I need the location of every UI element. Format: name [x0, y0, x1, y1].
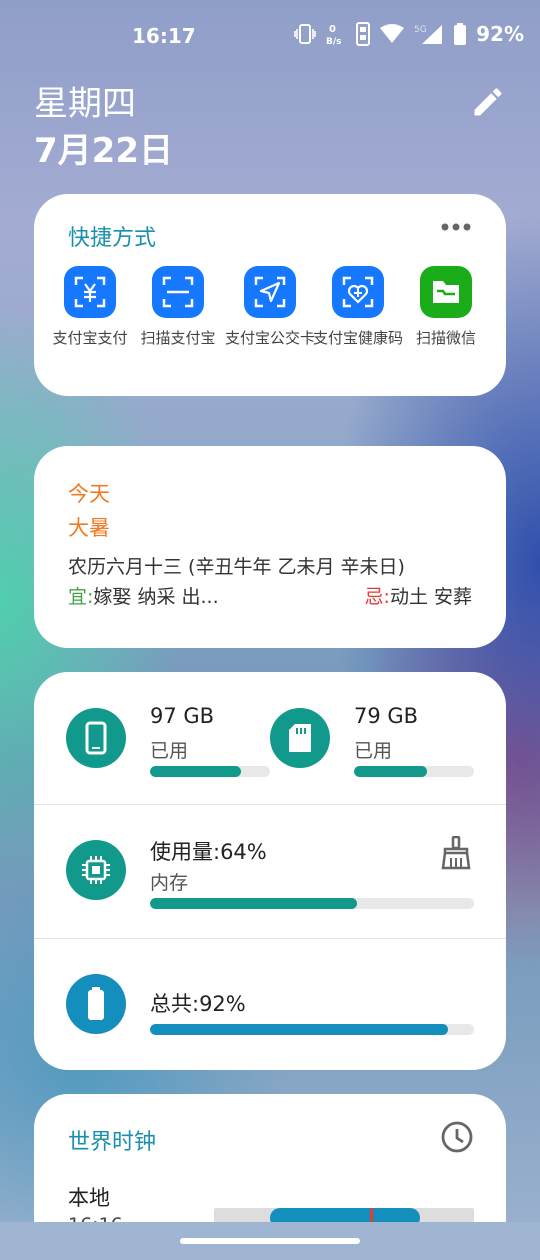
network-speed-icon: 0 B/s	[326, 24, 342, 46]
world-clock-title: 世界时钟	[68, 1130, 157, 1155]
status-icons: 0 B/s 5G 92%	[294, 22, 524, 46]
sd-storage-value: 79 GB	[354, 704, 419, 728]
calendar-card[interactable]: 今天 大暑 农历六月十三 (辛丑牛年 乙未月 辛未日) 宜:嫁娶 纳采 出...…	[34, 446, 506, 648]
edit-icon[interactable]	[470, 84, 506, 120]
today-label: 今天	[68, 482, 110, 506]
svg-text:0: 0	[329, 24, 336, 35]
memory-fill	[150, 898, 358, 909]
memory-chip-icon	[66, 840, 126, 900]
shortcuts-card: 快捷方式 支付宝支付 扫描支付宝 支付宝公交卡 支付宝健康码 扫描微信	[34, 194, 506, 396]
shortcut-label: 支付宝健康码	[312, 329, 403, 347]
sd-card-icon	[270, 708, 330, 768]
wechat-scan-icon	[420, 266, 472, 318]
avoid-row: 忌:动土 安葬	[365, 582, 472, 609]
suitable-row: 宜:嫁娶 纳采 出...	[68, 582, 219, 609]
vibrate-icon	[294, 24, 316, 44]
sd-storage-sub: 已用	[354, 740, 393, 762]
shortcut-alipay-scan[interactable]: 扫描支付宝	[128, 266, 228, 349]
battery-percent: 92%	[476, 22, 524, 46]
signal-icon: 5G	[414, 25, 443, 44]
clean-broom-icon[interactable]	[440, 836, 472, 870]
memory-usage-value: 使用量:64%	[150, 840, 267, 864]
divider	[34, 938, 506, 939]
phone-storage-sub: 已用	[150, 740, 189, 762]
shortcut-label: 扫描微信	[415, 329, 476, 347]
avoid-label: 忌:	[364, 586, 390, 608]
date-header: 星期四 7月22日	[34, 82, 173, 176]
month-day: 7月22日	[34, 131, 173, 171]
status-time: 16:17	[132, 24, 196, 48]
shortcut-wechat-scan[interactable]: 扫描微信	[396, 266, 496, 349]
device-status-card: 97 GB 已用 79 GB 已用 使用量:64% 内存 总共:92%	[34, 672, 506, 1070]
gesture-navigation-bar[interactable]	[180, 1238, 360, 1244]
phone-storage-icon	[66, 708, 126, 768]
suitable-text: 嫁娶 纳采 出...	[93, 586, 219, 608]
shortcut-alipay-health[interactable]: 支付宝健康码	[308, 266, 408, 349]
sd-storage-fill	[354, 766, 428, 777]
shortcut-label: 扫描支付宝	[140, 329, 216, 347]
shortcut-alipay-transit[interactable]: 支付宝公交卡	[220, 266, 320, 349]
avoid-text: 动土 安葬	[389, 586, 472, 608]
lunar-date: 农历六月十三 (辛丑牛年 乙未月 辛未日)	[68, 556, 405, 578]
shortcut-label: 支付宝公交卡	[224, 329, 315, 347]
local-label: 本地	[68, 1186, 110, 1210]
status-bar: 16:17 0 B/s 5G 92%	[0, 0, 540, 72]
shortcut-alipay-pay[interactable]: 支付宝支付	[40, 266, 140, 349]
memory-sub: 内存	[150, 872, 189, 894]
alipay-pay-icon	[64, 266, 116, 318]
phone-storage-value: 97 GB	[150, 704, 215, 728]
alipay-health-code-icon	[332, 266, 384, 318]
solar-term: 大暑	[68, 516, 110, 540]
battery-status-icon	[66, 974, 126, 1034]
svg-text:B/s: B/s	[326, 37, 342, 46]
suitable-label: 宜:	[68, 586, 94, 608]
phone-storage-bar	[150, 766, 270, 777]
svg-text:5G: 5G	[414, 25, 427, 35]
battery-icon	[454, 23, 467, 45]
sim-icon	[356, 22, 371, 46]
alipay-transit-icon	[244, 266, 296, 318]
phone-storage-fill	[150, 766, 242, 777]
shortcuts-title: 快捷方式	[68, 226, 157, 251]
more-icon[interactable]	[440, 222, 472, 232]
weekday: 星期四	[34, 84, 136, 124]
sd-storage-bar	[354, 766, 474, 777]
divider	[34, 804, 506, 805]
battery-bar	[150, 1024, 474, 1035]
battery-fill	[150, 1024, 449, 1035]
shortcut-label: 支付宝支付	[52, 329, 128, 347]
battery-total-value: 总共:92%	[150, 992, 246, 1016]
clock-icon[interactable]	[440, 1120, 474, 1154]
wifi-icon	[380, 24, 405, 43]
memory-bar	[150, 898, 474, 909]
alipay-scan-icon	[152, 266, 204, 318]
